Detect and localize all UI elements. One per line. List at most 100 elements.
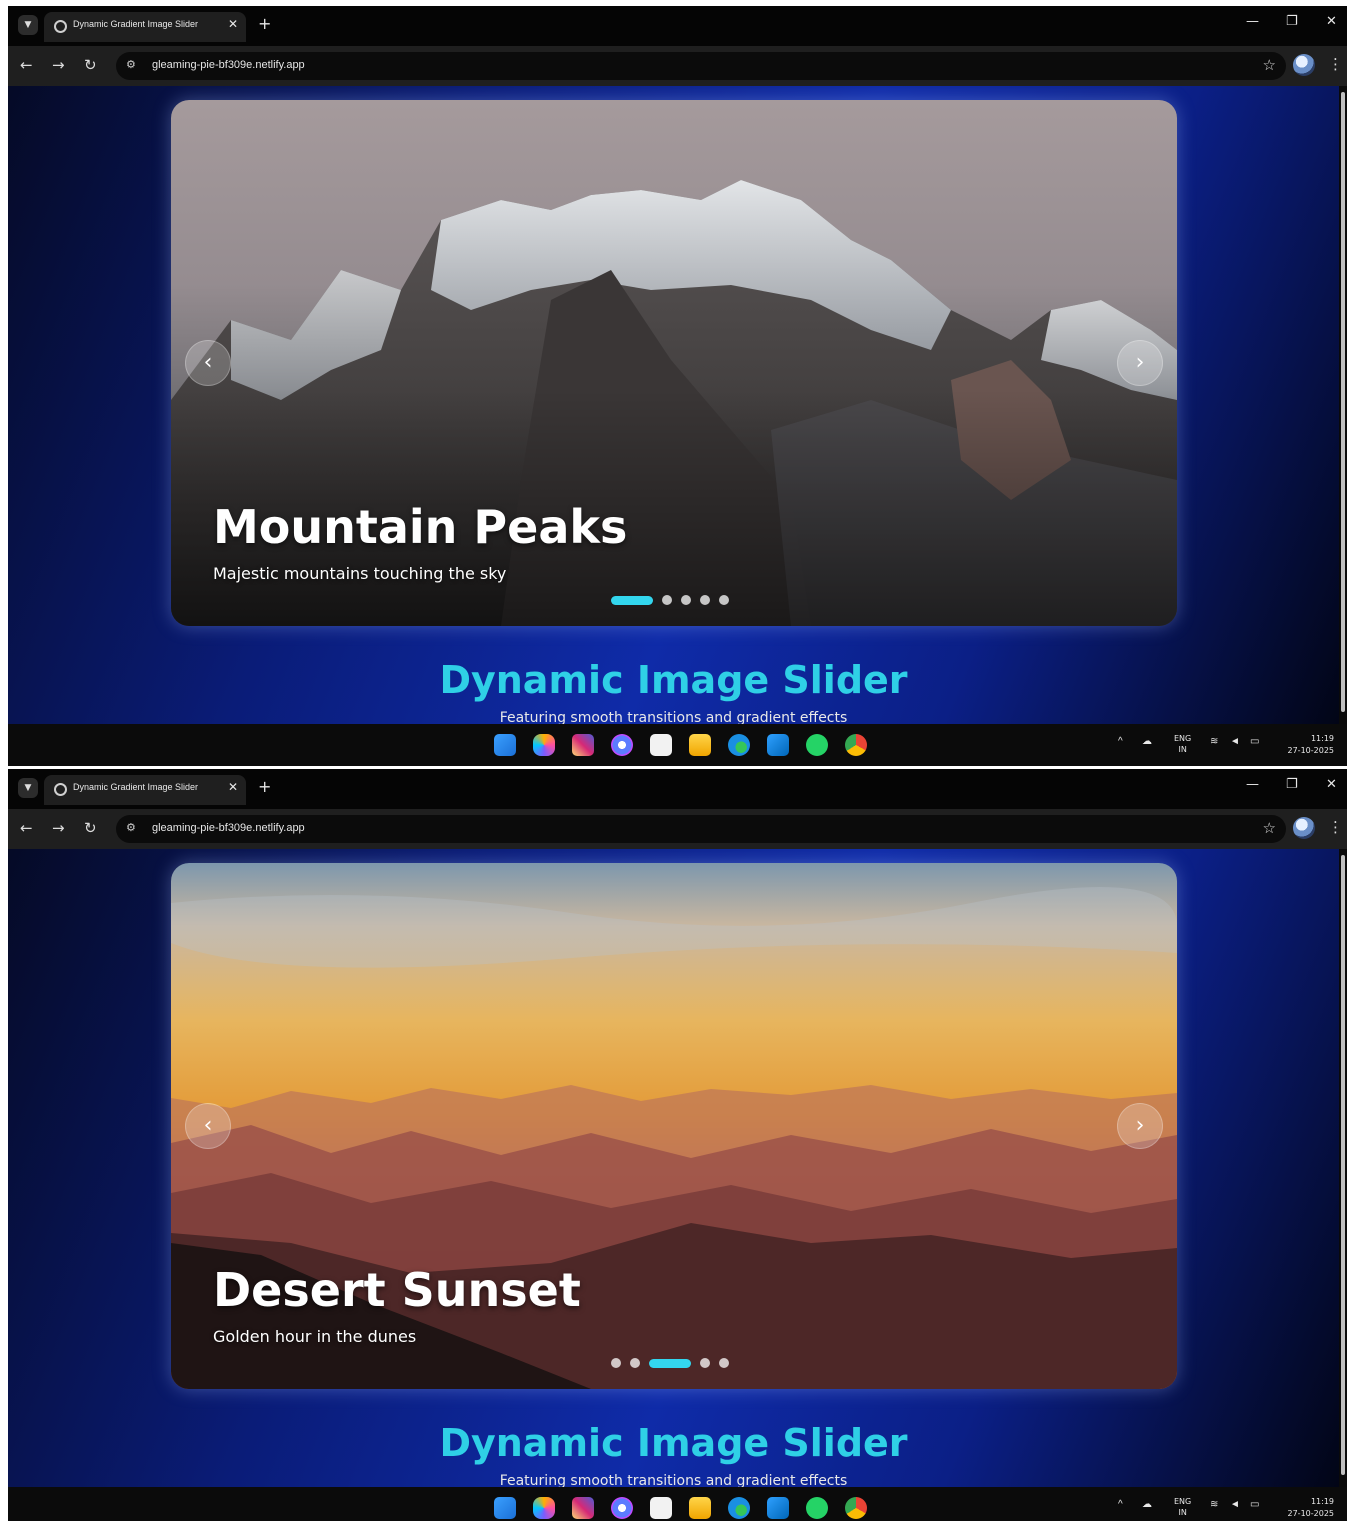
slide-dot[interactable]	[662, 595, 672, 605]
copilot-icon[interactable]	[533, 1497, 555, 1519]
address-bar[interactable]: ⚙ gleaming-pie-bf309e.netlify.app ☆	[116, 815, 1286, 843]
vscode-icon[interactable]	[767, 1497, 789, 1519]
next-slide-button[interactable]: ›	[1117, 340, 1163, 386]
window-close-icon[interactable]: ✕	[1326, 777, 1337, 792]
minimize-icon[interactable]: —	[1246, 777, 1259, 792]
vscode-icon[interactable]	[767, 734, 789, 756]
prev-slide-button[interactable]: ‹	[185, 340, 231, 386]
media-player-icon[interactable]	[611, 734, 633, 756]
star-icon[interactable]: ☆	[1263, 819, 1276, 837]
wifi-icon[interactable]: ≋	[1210, 736, 1218, 747]
volume-icon[interactable]: ◄	[1230, 1499, 1240, 1510]
chevron-down-icon[interactable]: ▼	[18, 778, 38, 798]
instagram-icon[interactable]	[572, 734, 594, 756]
chevron-right-icon: ›	[1135, 350, 1145, 375]
reload-icon[interactable]: ↻	[84, 819, 97, 837]
whatsapp-icon[interactable]	[806, 734, 828, 756]
copilot-icon[interactable]	[533, 734, 555, 756]
slide-indicators	[611, 1357, 729, 1369]
chevron-down-icon[interactable]: ▼	[18, 15, 38, 35]
wifi-icon[interactable]: ≋	[1210, 1499, 1218, 1510]
tab-strip: ▼ Dynamic Gradient Image Slider ✕ + — ❐ …	[8, 769, 1347, 809]
minimize-icon[interactable]: —	[1246, 14, 1259, 29]
windows-start-icon[interactable]	[494, 1497, 516, 1519]
window-close-icon[interactable]: ✕	[1326, 14, 1337, 29]
slide-title: Mountain Peaks	[213, 500, 628, 554]
slide-dot[interactable]	[719, 595, 729, 605]
instagram-icon[interactable]	[572, 1497, 594, 1519]
browser-tab[interactable]: Dynamic Gradient Image Slider ✕	[44, 775, 246, 805]
battery-icon[interactable]: ▭	[1250, 736, 1259, 747]
language-indicator[interactable]: ENG IN	[1174, 733, 1191, 755]
prev-slide-button[interactable]: ‹	[185, 1103, 231, 1149]
slide-dot[interactable]	[681, 595, 691, 605]
close-icon[interactable]: ✕	[228, 17, 238, 31]
tab-strip: ▼ Dynamic Gradient Image Slider ✕ + — ❐ …	[8, 6, 1347, 46]
slide-dot[interactable]	[611, 595, 653, 605]
tune-icon[interactable]: ⚙	[126, 821, 136, 834]
restore-icon[interactable]: ❐	[1286, 777, 1298, 792]
taskbar: ^ ☁ ENG IN ≋ ◄ ▭ 11:19 27-10-2025	[8, 1487, 1347, 1521]
file-explorer-icon[interactable]	[689, 1497, 711, 1519]
browser-toolbar: ← → ↻ ⚙ gleaming-pie-bf309e.netlify.app …	[8, 46, 1347, 86]
scrollbar[interactable]	[1339, 849, 1347, 1487]
arrow-left-icon[interactable]: ←	[20, 819, 33, 837]
chevron-left-icon: ‹	[203, 350, 213, 375]
plus-icon[interactable]: +	[258, 14, 271, 33]
file-explorer-icon[interactable]	[689, 734, 711, 756]
store-icon[interactable]	[650, 1497, 672, 1519]
chevron-up-icon[interactable]: ^	[1118, 736, 1123, 747]
screenshot-desert: ▼ Dynamic Gradient Image Slider ✕ + — ❐ …	[8, 769, 1347, 1521]
close-icon[interactable]: ✕	[228, 780, 238, 794]
address-bar[interactable]: ⚙ gleaming-pie-bf309e.netlify.app ☆	[116, 52, 1286, 80]
arrow-right-icon[interactable]: →	[52, 56, 65, 74]
volume-icon[interactable]: ◄	[1230, 736, 1240, 747]
star-icon[interactable]: ☆	[1263, 56, 1276, 74]
slide-dot[interactable]	[700, 1358, 710, 1368]
slide-dot[interactable]	[611, 1358, 621, 1368]
page-viewport: ‹ › Mountain Peaks Majestic mountains to…	[8, 86, 1339, 724]
page-title: Dynamic Image Slider	[439, 1421, 908, 1465]
page-viewport: ‹ › Desert Sunset Golden hour in the dun…	[8, 849, 1339, 1487]
slide-dot[interactable]	[649, 1358, 691, 1368]
page-subtitle: Featuring smooth transitions and gradien…	[499, 710, 848, 724]
tune-icon[interactable]: ⚙	[126, 58, 136, 71]
scrollbar[interactable]	[1339, 86, 1347, 724]
chrome-icon[interactable]	[845, 1497, 867, 1519]
battery-icon[interactable]: ▭	[1250, 1499, 1259, 1510]
arrow-right-icon[interactable]: →	[52, 819, 65, 837]
restore-icon[interactable]: ❐	[1286, 14, 1298, 29]
page-title: Dynamic Image Slider	[439, 658, 908, 702]
kebab-icon[interactable]: ⋮	[1328, 55, 1343, 73]
language-indicator[interactable]: ENG IN	[1174, 1496, 1191, 1518]
next-slide-button[interactable]: ›	[1117, 1103, 1163, 1149]
arrow-left-icon[interactable]: ←	[20, 56, 33, 74]
slide-dot[interactable]	[700, 595, 710, 605]
system-clock[interactable]: 11:19 27-10-2025	[1278, 733, 1335, 757]
cloud-icon[interactable]: ☁	[1142, 736, 1152, 747]
chrome-icon[interactable]	[845, 734, 867, 756]
media-player-icon[interactable]	[611, 1497, 633, 1519]
kebab-icon[interactable]: ⋮	[1328, 818, 1343, 836]
cloud-icon[interactable]: ☁	[1142, 1499, 1152, 1510]
screenshot-mountain: ▼ Dynamic Gradient Image Slider ✕ + — ❐ …	[8, 6, 1347, 766]
edge-icon[interactable]	[728, 1497, 750, 1519]
profile-avatar[interactable]	[1293, 54, 1315, 76]
taskbar: ^ ☁ ENG IN ≋ ◄ ▭ 11:19 27-10-2025	[8, 724, 1347, 766]
system-clock[interactable]: 11:19 27-10-2025	[1278, 1496, 1335, 1520]
slide-dot[interactable]	[630, 1358, 640, 1368]
url-text: gleaming-pie-bf309e.netlify.app	[152, 822, 305, 834]
whatsapp-icon[interactable]	[806, 1497, 828, 1519]
browser-tab[interactable]: Dynamic Gradient Image Slider ✕	[44, 12, 246, 42]
profile-avatar[interactable]	[1293, 817, 1315, 839]
edge-icon[interactable]	[728, 734, 750, 756]
slide-title: Desert Sunset	[213, 1263, 581, 1317]
store-icon[interactable]	[650, 734, 672, 756]
slide-dot[interactable]	[719, 1358, 729, 1368]
windows-start-icon[interactable]	[494, 734, 516, 756]
url-text: gleaming-pie-bf309e.netlify.app	[152, 59, 305, 71]
slide-subtitle: Majestic mountains touching the sky	[213, 564, 507, 583]
chevron-up-icon[interactable]: ^	[1118, 1499, 1123, 1510]
plus-icon[interactable]: +	[258, 777, 271, 796]
reload-icon[interactable]: ↻	[84, 56, 97, 74]
